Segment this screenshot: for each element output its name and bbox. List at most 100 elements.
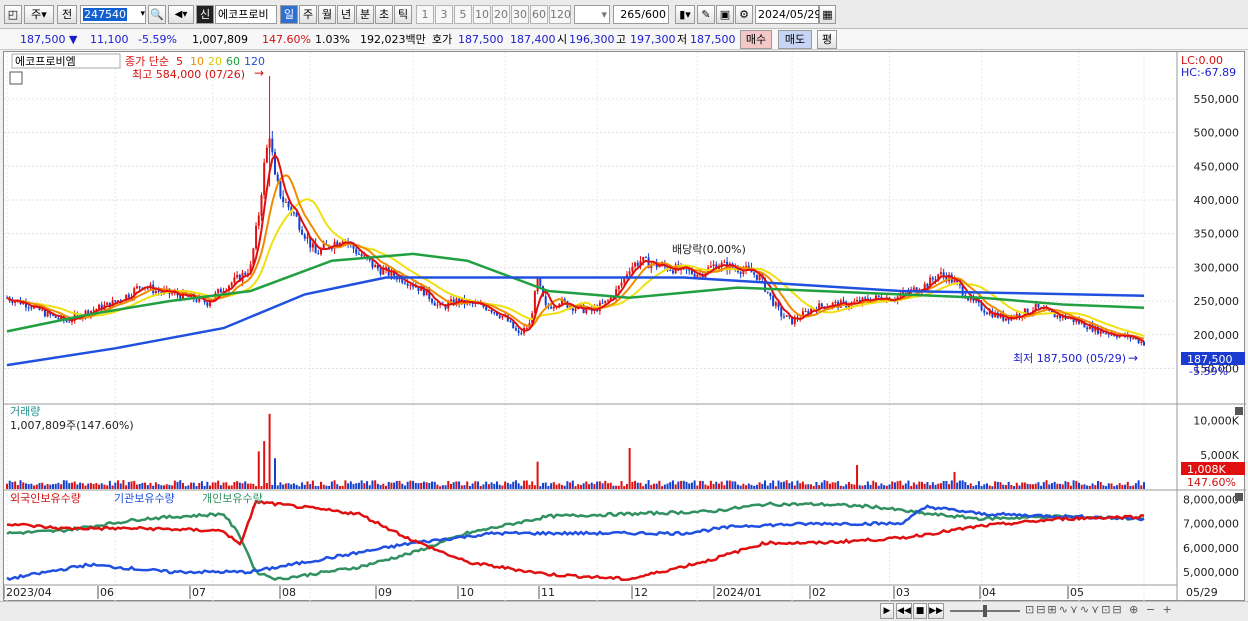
volume-bar bbox=[828, 483, 831, 489]
period-20[interactable]: 20 bbox=[492, 5, 510, 24]
volume-bar bbox=[447, 480, 450, 489]
volume-bar bbox=[198, 483, 201, 489]
ask-price: 187,500 bbox=[458, 33, 504, 46]
sell-button[interactable]: 매도 bbox=[778, 30, 812, 49]
volume-bar bbox=[184, 486, 187, 489]
period-5[interactable]: 5 bbox=[454, 5, 472, 24]
period-10[interactable]: 10 bbox=[473, 5, 491, 24]
ma-label[interactable]: 종가 단순 bbox=[125, 55, 169, 68]
x-tick-label: 04 bbox=[982, 586, 996, 599]
volume-bar bbox=[539, 486, 542, 489]
volume-bar bbox=[279, 482, 282, 489]
period-30[interactable]: 30 bbox=[511, 5, 529, 24]
volume-bar bbox=[555, 484, 558, 489]
date-field[interactable]: 2024/05/29 bbox=[755, 5, 821, 24]
candle-body bbox=[98, 304, 101, 309]
scroll-left-button[interactable]: ▶ bbox=[880, 603, 894, 619]
layout-icon[interactable]: ◰ bbox=[4, 5, 22, 24]
legend-foreign[interactable]: 외국인보유수량 bbox=[10, 492, 81, 505]
volume-bar bbox=[1072, 480, 1075, 489]
volume-bar bbox=[49, 484, 52, 489]
buy-button[interactable]: 매수 bbox=[740, 30, 772, 49]
holding-close-icon[interactable] bbox=[1235, 493, 1243, 501]
volume-title[interactable]: 거래량 bbox=[10, 405, 40, 418]
tab-second[interactable]: 초 bbox=[375, 5, 393, 24]
tab-month[interactable]: 월 bbox=[318, 5, 336, 24]
search-icon[interactable]: 🔍 bbox=[148, 5, 166, 24]
volume-bar bbox=[885, 485, 888, 489]
zoom-handle[interactable] bbox=[983, 605, 987, 617]
volume-bar bbox=[620, 481, 623, 489]
volume-bar bbox=[525, 480, 528, 489]
tab-minute[interactable]: 분 bbox=[356, 5, 374, 24]
candle-body bbox=[336, 241, 339, 246]
candle-body bbox=[127, 294, 130, 298]
volume-bar bbox=[601, 483, 604, 489]
volume-bar bbox=[490, 482, 493, 489]
rewind-button[interactable]: ◀◀ bbox=[896, 603, 912, 619]
stock-code-input[interactable]: 247540 ▾ bbox=[80, 5, 146, 24]
volume-bar bbox=[322, 484, 325, 489]
volume-bar bbox=[831, 482, 834, 489]
volume-bar bbox=[579, 485, 582, 489]
volume-bar bbox=[431, 481, 434, 489]
candle-icon[interactable]: ▮▾ bbox=[675, 5, 695, 24]
calendar-icon[interactable]: ▦ bbox=[819, 5, 836, 24]
volume-bar bbox=[921, 481, 924, 489]
volume-bar bbox=[699, 480, 702, 489]
candle-body bbox=[753, 272, 756, 275]
table-icon[interactable] bbox=[9, 71, 23, 85]
period-60[interactable]: 60 bbox=[530, 5, 548, 24]
panel-stock-name[interactable]: 에코프로비엠 bbox=[15, 55, 76, 68]
period-1[interactable]: 1 bbox=[416, 5, 434, 24]
legend-institution[interactable]: 기관보유수량 bbox=[114, 492, 175, 505]
candle-body bbox=[371, 260, 374, 268]
candle-body bbox=[157, 290, 160, 292]
volume-bar bbox=[19, 480, 22, 489]
period-type-dropdown[interactable]: 주▾ bbox=[24, 5, 54, 24]
eval-button[interactable]: 평 bbox=[817, 30, 837, 49]
candle-body bbox=[154, 290, 157, 294]
candle-body bbox=[330, 248, 333, 250]
legend-individual[interactable]: 개인보유수량 bbox=[202, 492, 263, 505]
open-price: 196,300 bbox=[569, 33, 615, 46]
toolbar-icons[interactable]: ⊡⊟⊞∿⋎∿⋎⊡⊟ ⊕ − + bbox=[1025, 603, 1174, 616]
tab-tick[interactable]: 틱 bbox=[394, 5, 412, 24]
save-icon[interactable]: ▣ bbox=[716, 5, 734, 24]
volume-bar bbox=[255, 486, 258, 489]
tools-icon[interactable]: ✎ bbox=[697, 5, 715, 24]
volume-bar bbox=[563, 485, 566, 489]
volume-bar bbox=[582, 483, 585, 489]
forward-button[interactable]: ▶▶ bbox=[928, 603, 944, 619]
volume-bar bbox=[826, 481, 829, 489]
volume-bar bbox=[425, 482, 428, 489]
volume-bar bbox=[203, 485, 206, 489]
period-120[interactable]: 120 bbox=[549, 5, 571, 24]
volume-bar bbox=[6, 483, 8, 489]
chart-area[interactable]: 550,000 500,000 450,000 400,000 350,000 300,0… bbox=[3, 51, 1246, 602]
low-label: 저 bbox=[677, 33, 688, 46]
candle-body bbox=[628, 271, 631, 275]
prev-button[interactable]: 전 bbox=[57, 5, 77, 24]
candle-body bbox=[236, 274, 239, 278]
tab-week[interactable]: 주 bbox=[299, 5, 317, 24]
volume-close-icon[interactable] bbox=[1235, 407, 1243, 415]
tab-year[interactable]: 년 bbox=[337, 5, 355, 24]
count-field[interactable]: 265/600 bbox=[613, 5, 669, 24]
low-arrow-icon: → bbox=[1128, 351, 1138, 365]
custom-period-dropdown[interactable]: ▾ bbox=[574, 5, 610, 24]
candle-body bbox=[864, 297, 867, 299]
volume-bar bbox=[988, 485, 991, 489]
candle-body bbox=[1086, 327, 1089, 330]
volume-bar bbox=[842, 486, 845, 489]
tab-day[interactable]: 일 bbox=[280, 5, 298, 24]
volume-bar bbox=[877, 485, 880, 489]
volume-bar bbox=[122, 480, 125, 489]
stop-button[interactable]: ■ bbox=[913, 603, 927, 619]
volume-bar bbox=[523, 480, 526, 489]
gear-icon[interactable]: ⚙ bbox=[735, 5, 753, 24]
candle-body bbox=[65, 320, 68, 322]
stock-chart-svg[interactable]: 550,000 500,000 450,000 400,000 350,000 300,0… bbox=[4, 52, 1246, 602]
speaker-icon[interactable]: ◀▾ bbox=[168, 5, 194, 24]
period-3[interactable]: 3 bbox=[435, 5, 453, 24]
